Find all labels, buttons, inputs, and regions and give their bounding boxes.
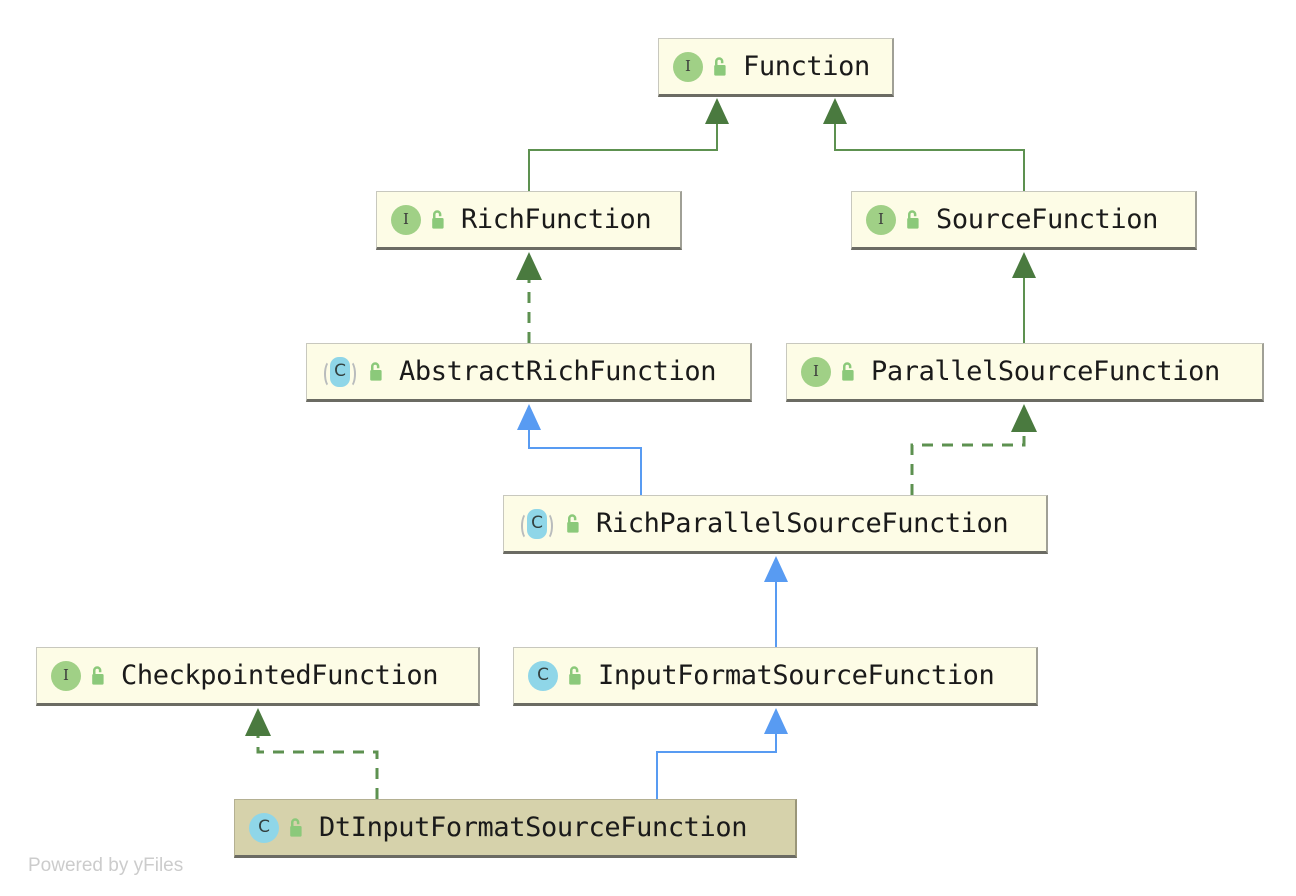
uml-node-abstract-rich-function[interactable]: C AbstractRichFunction <box>306 343 752 402</box>
edge-rich-parallel-source-function-to-abstract-rich-function <box>517 404 642 495</box>
unlocked-padlock-icon <box>902 208 924 232</box>
interface-icon: I <box>51 660 81 691</box>
uml-node-rich-function[interactable]: I RichFunction <box>376 191 682 250</box>
node-icon-group: I <box>673 51 731 82</box>
interface-icon: I <box>391 204 421 235</box>
unlocked-padlock-icon <box>837 360 859 384</box>
node-icon-group: C <box>321 356 387 388</box>
class-icon: C <box>528 660 558 691</box>
uml-node-rich-parallel-source-function[interactable]: C RichParallelSourceFunction <box>503 495 1048 554</box>
unlocked-padlock-icon <box>285 816 307 840</box>
uml-node-label: ParallelSourceFunction <box>871 356 1220 387</box>
unlocked-padlock-icon <box>87 664 109 688</box>
node-icon-group: I <box>391 204 449 235</box>
edge-abstract-rich-function-to-rich-function <box>516 252 542 343</box>
abstract-class-icon: C <box>321 356 359 388</box>
node-icon-group: C <box>249 812 307 843</box>
class-icon: C <box>249 812 279 843</box>
node-icon-group: I <box>801 356 859 387</box>
node-icon-group: C <box>518 508 584 540</box>
uml-node-source-function[interactable]: I SourceFunction <box>851 191 1197 250</box>
uml-node-checkpointed-function[interactable]: I CheckpointedFunction <box>36 647 480 706</box>
uml-node-label: InputFormatSourceFunction <box>598 660 995 691</box>
edge-source-function-to-function <box>823 98 1025 191</box>
edge-rich-parallel-source-function-to-parallel-source-function <box>910 404 1037 495</box>
unlocked-padlock-icon <box>562 512 584 536</box>
uml-node-label: AbstractRichFunction <box>399 356 717 387</box>
edge-dt-input-format-source-function-to-checkpointed-function <box>245 708 379 799</box>
edge-input-format-source-function-to-rich-parallel-source-function <box>764 556 788 647</box>
interface-icon: I <box>801 356 831 387</box>
uml-node-input-format-source-function[interactable]: C InputFormatSourceFunction <box>513 647 1038 706</box>
uml-node-label: SourceFunction <box>936 204 1158 235</box>
uml-node-label: CheckpointedFunction <box>121 660 439 691</box>
node-icon-group: C <box>528 660 586 691</box>
uml-node-function[interactable]: I Function <box>658 38 894 97</box>
unlocked-padlock-icon <box>709 55 731 79</box>
edge-rich-function-to-function <box>528 98 729 191</box>
node-icon-group: I <box>51 660 109 691</box>
edge-parallel-source-function-to-source-function <box>1012 252 1036 343</box>
interface-icon: I <box>673 51 703 82</box>
edge-layer <box>245 98 1037 799</box>
abstract-class-icon: C <box>518 508 556 540</box>
node-icon-group: I <box>866 204 924 235</box>
interface-icon: I <box>866 204 896 235</box>
uml-node-label: RichParallelSourceFunction <box>596 508 1009 539</box>
uml-node-parallel-source-function[interactable]: I ParallelSourceFunction <box>786 343 1264 402</box>
unlocked-padlock-icon <box>427 208 449 232</box>
edge-dt-input-format-source-function-to-input-format-source-function <box>656 708 788 799</box>
uml-node-label: DtInputFormatSourceFunction <box>319 812 748 843</box>
uml-node-label: RichFunction <box>461 204 652 235</box>
uml-node-label: Function <box>743 51 870 82</box>
uml-node-dt-input-format-source-function[interactable]: C DtInputFormatSourceFunction <box>234 799 797 858</box>
unlocked-padlock-icon <box>365 360 387 384</box>
unlocked-padlock-icon <box>564 664 586 688</box>
uml-class-diagram: I Function I RichFunction I SourceFunction C Ab… <box>0 0 1296 896</box>
yfiles-watermark: Powered by yFiles <box>28 855 184 876</box>
